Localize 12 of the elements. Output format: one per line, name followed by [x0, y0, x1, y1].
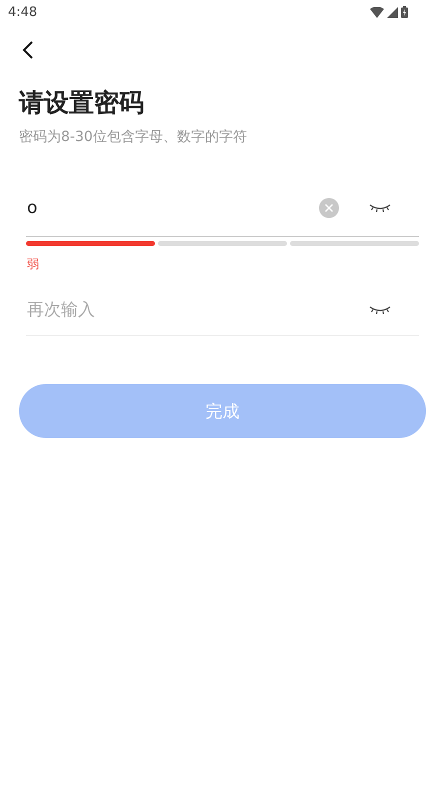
back-button[interactable]	[22, 40, 34, 60]
wifi-icon	[370, 6, 384, 18]
hint-text: 密码为8-30位包含字母、数字的字符	[19, 128, 248, 146]
eye-closed-icon[interactable]	[369, 202, 391, 214]
clock-time: 4:48	[8, 4, 38, 20]
password-field[interactable]: o	[26, 198, 319, 218]
battery-icon	[401, 6, 408, 18]
signal-icon	[387, 6, 398, 18]
strength-label: 弱	[27, 257, 40, 271]
eye-closed-icon[interactable]	[369, 304, 391, 316]
page-title: 请设置密码	[19, 87, 145, 119]
confirm-field[interactable]: 再次输入	[26, 300, 369, 320]
